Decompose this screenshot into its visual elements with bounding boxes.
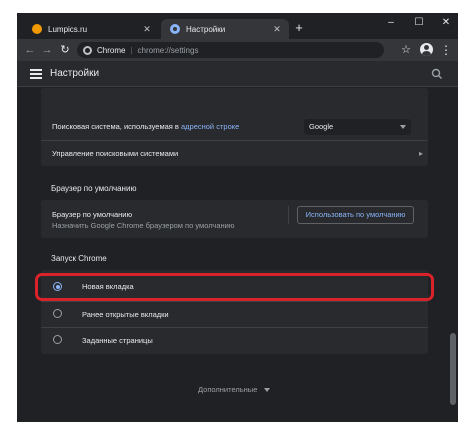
omnibox-separator: | <box>130 45 133 55</box>
omnibox-url: chrome://settings <box>137 45 199 55</box>
hamburger-menu-icon[interactable] <box>30 69 42 79</box>
startup-option-previous-tabs[interactable]: Ранее открытые вкладки <box>41 303 428 325</box>
toolbar: ← → ↻ Chrome | chrome://settings ☆ ⋮ <box>17 39 458 61</box>
minimize-button[interactable]: – <box>381 16 401 30</box>
tab-lumpics[interactable]: Lumpics.ru ✕ <box>23 19 159 39</box>
close-tab-icon[interactable]: ✕ <box>141 24 153 35</box>
startup-option-specific-pages[interactable]: Заданные страницы <box>41 329 428 351</box>
tab-settings[interactable]: Настройки ✕ <box>161 19 289 39</box>
settings-favicon-icon <box>170 24 180 34</box>
search-icon[interactable] <box>430 67 444 81</box>
section-title-default-browser: Браузер по умолчанию <box>51 184 137 193</box>
reload-button[interactable]: ↻ <box>58 43 72 57</box>
radio-previous-tabs[interactable] <box>53 309 62 318</box>
new-tab-button[interactable]: + <box>292 21 306 35</box>
radio-label: Заданные страницы <box>82 336 153 345</box>
settings-content: Поисковая система, используемая в адресн… <box>17 88 458 422</box>
lumpics-favicon-icon <box>32 24 42 34</box>
bookmark-star-icon[interactable]: ☆ <box>399 43 413 57</box>
tab-label: Lumpics.ru <box>48 24 88 34</box>
manage-search-engines-link[interactable]: Управление поисковыми системами <box>52 149 178 158</box>
default-browser-label: Браузер по умолчанию <box>52 210 133 219</box>
back-button[interactable]: ← <box>23 43 37 57</box>
address-bar[interactable]: Chrome | chrome://settings <box>77 42 384 58</box>
search-engine-label: Поисковая система, используемая в адресн… <box>52 122 240 131</box>
chevron-down-icon <box>264 388 271 393</box>
default-browser-card: Браузер по умолчанию Назначить Google Ch… <box>41 200 428 238</box>
settings-header: Настройки <box>17 61 458 87</box>
close-tab-icon[interactable]: ✕ <box>271 24 283 35</box>
radio-label: Ранее открытые вкладки <box>82 310 169 319</box>
search-engine-card: Поисковая система, используемая в адресн… <box>41 88 428 166</box>
default-browser-sublabel: Назначить Google Chrome браузером по умо… <box>52 221 235 230</box>
maximize-button[interactable]: ☐ <box>409 16 429 30</box>
radio-label: Новая вкладка <box>82 282 134 291</box>
chrome-icon <box>83 45 92 55</box>
startup-option-new-tab[interactable]: Новая вкладка <box>35 273 434 301</box>
advanced-settings-toggle[interactable]: Дополнительные <box>198 385 271 394</box>
profile-avatar-icon[interactable] <box>420 43 433 56</box>
close-window-button[interactable]: ✕ <box>436 16 456 30</box>
page-title: Настройки <box>50 68 100 79</box>
chevron-down-icon <box>400 125 406 129</box>
startup-card: Новая вкладка Ранее открытые вкладки Зад… <box>35 270 434 354</box>
make-default-button[interactable]: Использовать по умолчанию <box>297 206 414 224</box>
menu-dots-icon[interactable]: ⋮ <box>440 43 452 57</box>
radio-specific-pages[interactable] <box>53 335 62 344</box>
tab-strip: Lumpics.ru ✕ Настройки ✕ + – ☐ ✕ <box>17 13 458 39</box>
tab-label: Настройки <box>186 24 226 34</box>
vertical-divider <box>288 206 289 224</box>
section-title-startup: Запуск Chrome <box>51 254 107 263</box>
scrollbar-thumb[interactable] <box>450 333 456 405</box>
forward-button[interactable]: → <box>40 43 54 57</box>
radio-new-tab[interactable] <box>53 282 62 291</box>
browser-window: Lumpics.ru ✕ Настройки ✕ + – ☐ ✕ ← → ↻ C… <box>17 13 458 422</box>
scrollbar[interactable] <box>450 88 456 422</box>
address-bar-link[interactable]: адресной строке <box>181 122 239 131</box>
chevron-right-icon: ▸ <box>418 149 423 158</box>
search-engine-select[interactable]: Google <box>304 119 411 135</box>
omnibox-site: Chrome <box>97 45 126 55</box>
